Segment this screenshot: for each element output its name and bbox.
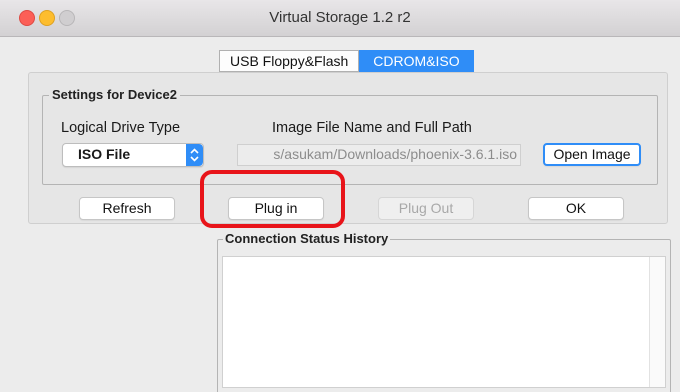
connection-status-group: Connection Status History bbox=[217, 231, 671, 392]
refresh-button[interactable]: Refresh bbox=[79, 197, 175, 220]
status-scrollbar[interactable] bbox=[649, 257, 665, 387]
image-path-field[interactable]: s/asukam/Downloads/phoenix-3.6.1.iso bbox=[237, 144, 521, 166]
app-window: Virtual Storage 1.2 r2 USB Floppy&Flash … bbox=[0, 0, 680, 392]
tab-usb-floppy-flash[interactable]: USB Floppy&Flash bbox=[219, 50, 360, 72]
device-settings-title: Settings for Device2 bbox=[49, 87, 180, 102]
device-settings-group: Settings for Device2 bbox=[42, 87, 658, 185]
select-stepper-icon bbox=[186, 144, 203, 166]
drive-type-value: ISO File bbox=[78, 146, 131, 162]
window-title: Virtual Storage 1.2 r2 bbox=[269, 9, 411, 26]
plug-in-highlight bbox=[200, 170, 345, 228]
drive-type-label: Logical Drive Type bbox=[61, 120, 181, 136]
connection-status-log[interactable] bbox=[222, 256, 666, 388]
ok-button[interactable]: OK bbox=[528, 197, 624, 220]
plug-out-button: Plug Out bbox=[378, 197, 474, 220]
open-image-button[interactable]: Open Image bbox=[543, 143, 641, 166]
tab-cdrom-iso[interactable]: CDROM&ISO bbox=[359, 50, 474, 72]
connection-status-title: Connection Status History bbox=[223, 231, 391, 246]
image-path-value: s/asukam/Downloads/phoenix-3.6.1.iso bbox=[273, 146, 517, 162]
image-path-label: Image File Name and Full Path bbox=[272, 120, 472, 136]
drive-type-select[interactable]: ISO File bbox=[62, 143, 204, 167]
title-bar: Virtual Storage 1.2 r2 bbox=[0, 0, 680, 37]
tab-bar: USB Floppy&Flash CDROM&ISO bbox=[219, 50, 474, 72]
